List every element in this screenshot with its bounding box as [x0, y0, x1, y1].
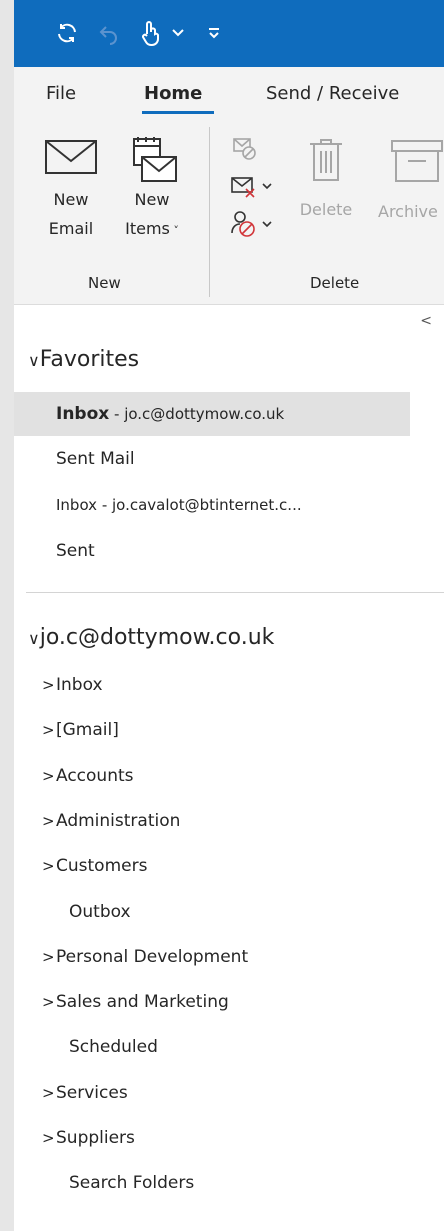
section-divider [26, 592, 444, 593]
folder-search-folders[interactable]: Search Folders [69, 1173, 194, 1193]
group-separator [209, 127, 210, 297]
group-label-new: New [88, 274, 121, 292]
folder-customers[interactable]: >Customers [42, 856, 147, 876]
folder-services[interactable]: >Services [42, 1083, 128, 1103]
folder-label: Administration [56, 811, 181, 831]
chevron-right-icon[interactable]: > [42, 812, 56, 830]
delete-label: Delete [299, 200, 353, 219]
favorite-inbox-btinternet[interactable]: Inbox - jo.cavalot@btinternet.c... [14, 483, 410, 527]
tab-home[interactable]: Home [144, 83, 202, 104]
chevron-right-icon[interactable]: > [42, 993, 56, 1011]
new-email-label-1: New [53, 190, 89, 209]
folder-inbox[interactable]: >Inbox [42, 675, 103, 695]
clean-up-icon[interactable] [230, 175, 274, 203]
folder-label: Outbox [69, 902, 131, 922]
folder-label: Sales and Marketing [56, 992, 229, 1012]
chevron-right-icon[interactable]: > [42, 767, 56, 785]
touch-mode-icon[interactable] [134, 18, 166, 48]
tab-file[interactable]: File [46, 83, 76, 104]
folder-label: Accounts [56, 766, 134, 786]
folder-gmail[interactable]: >[Gmail] [42, 720, 119, 740]
folder-personal-development[interactable]: >Personal Development [42, 947, 248, 967]
customize-toolbar-icon[interactable] [202, 18, 226, 48]
trash-icon [310, 139, 342, 181]
title-bar [14, 0, 444, 67]
new-items-label-2: Items ˅ [125, 219, 179, 238]
chevron-down-icon: ∨ [28, 629, 40, 648]
chevron-down-icon: ∨ [28, 351, 40, 370]
envelope-icon [45, 140, 97, 174]
archive-button: Archive [370, 139, 444, 226]
junk-icon[interactable] [230, 209, 274, 243]
chevron-right-icon[interactable]: > [42, 721, 56, 739]
undo-icon [94, 18, 124, 48]
ignore-icon [232, 137, 258, 165]
new-items-button[interactable]: New Items ˅ [114, 135, 190, 245]
folder-label: Customers [56, 856, 148, 876]
folder-label: Search Folders [69, 1173, 195, 1193]
group-label-delete: Delete [310, 274, 360, 292]
favorites-header[interactable]: ∨Favorites [28, 347, 139, 372]
folder-label: Services [56, 1083, 128, 1103]
folder-label: Suppliers [56, 1128, 135, 1148]
new-email-button[interactable]: New Email [40, 139, 102, 243]
delete-button: Delete [296, 137, 356, 224]
touch-mode-dropdown-icon[interactable] [168, 18, 188, 48]
archive-label: Archive [378, 202, 438, 221]
tab-send-receive[interactable]: Send / Receive [266, 83, 399, 104]
new-email-label-2: Email [48, 219, 94, 238]
folder-suppliers[interactable]: >Suppliers [42, 1128, 135, 1148]
account-header[interactable]: ∨jo.c@dottymow.co.uk [28, 625, 274, 650]
folder-outbox[interactable]: Outbox [69, 902, 131, 922]
new-items-icon [133, 137, 177, 182]
folder-scheduled[interactable]: Scheduled [69, 1037, 158, 1057]
chevron-right-icon[interactable]: > [42, 948, 56, 966]
chevron-right-icon[interactable]: > [42, 1084, 56, 1102]
folder-accounts[interactable]: >Accounts [42, 766, 134, 786]
archive-icon [391, 140, 443, 182]
favorite-inbox-dottymow[interactable]: Inbox - jo.c@dottymow.co.uk [14, 392, 410, 436]
active-tab-indicator [142, 111, 214, 114]
outlook-window: File Home Send / Receive New Email New I… [14, 0, 444, 1231]
folder-pane: < ∨Favorites Inbox - jo.c@dottymow.co.uk… [14, 305, 444, 1231]
chevron-right-icon[interactable]: > [42, 857, 56, 875]
folder-label: [Gmail] [56, 720, 119, 740]
chevron-right-icon[interactable]: > [42, 1129, 56, 1147]
folder-label: Inbox [56, 675, 103, 695]
chevron-down-icon: ˅ [169, 224, 179, 237]
chevron-right-icon[interactable]: > [42, 676, 56, 694]
new-items-label-1: New [134, 190, 170, 209]
favorite-sent[interactable]: Sent [14, 529, 410, 573]
collapse-pane-icon[interactable]: < [420, 313, 432, 329]
sync-icon[interactable] [52, 18, 82, 48]
favorite-sent-mail[interactable]: Sent Mail [14, 437, 410, 481]
ribbon: File Home Send / Receive New Email New I… [14, 67, 444, 305]
folder-sales-and-marketing[interactable]: >Sales and Marketing [42, 992, 229, 1012]
folder-label: Personal Development [56, 947, 249, 967]
folder-label: Scheduled [69, 1037, 158, 1057]
folder-administration[interactable]: >Administration [42, 811, 180, 831]
